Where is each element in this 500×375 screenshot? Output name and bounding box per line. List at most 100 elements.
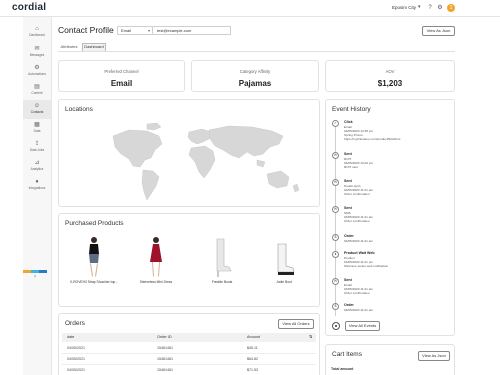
sidebar-item-dashboard[interactable]: ⌂ Dashboard <box>23 23 51 42</box>
click-icon: ✓ <box>332 120 339 127</box>
help-icon[interactable]: ? <box>426 4 434 12</box>
product-name: Jodie Boot <box>276 280 292 284</box>
table-row[interactable]: 04/05/2021 15461461 $64.82 <box>62 354 316 365</box>
order-date: 04/05/2021 <box>67 368 85 372</box>
account-selector[interactable]: Eposim City <box>392 5 416 10</box>
sidebar-item-label: Dashboard <box>29 33 45 37</box>
sidebar-item-label: Integrations <box>28 186 46 190</box>
page-title: Contact Profile <box>58 25 114 35</box>
sidebar-item-label: Data Jobs <box>29 148 45 152</box>
timeline-end-icon <box>332 322 340 330</box>
cart-view-as-json-button[interactable]: View As Json <box>418 351 450 361</box>
brand-stripe <box>23 270 47 273</box>
locations-title: Locations <box>65 106 93 113</box>
product-name: X-ROVEH3 Strap Shoulder top... <box>69 280 118 284</box>
sidebar-item-messages[interactable]: ✉ Messages <box>23 43 51 62</box>
event-title: Sent <box>344 179 352 183</box>
sidebar-item-automations[interactable]: ⚙ Automations <box>23 62 51 81</box>
timeline-line <box>335 120 336 316</box>
event-title: Sent <box>344 152 352 156</box>
sidebar-item-data[interactable]: ▦ Data <box>23 119 51 138</box>
sidebar-item-label: Data <box>33 129 41 133</box>
order-amount: $71.53 <box>247 368 258 372</box>
brand-stripe-blue <box>39 270 47 273</box>
sidebar-item-label: Analytics <box>30 167 44 171</box>
sidebar-item-integrations[interactable]: ♦ Integrations <box>23 176 51 195</box>
product-name: Sleeveless Mini Dress <box>139 280 173 284</box>
column-header-date[interactable]: date <box>67 333 74 342</box>
tab-dashboard[interactable]: Dashboard <box>82 43 106 51</box>
integrations-icon: ♦ <box>35 179 39 185</box>
event-title: Sent <box>344 206 352 210</box>
home-icon: ⌂ <box>35 26 39 32</box>
order-id: 15461461 <box>157 346 173 350</box>
sidebar-item-data-jobs[interactable]: ⇪ Data Jobs <box>23 138 51 157</box>
chevron-down-icon[interactable]: ▾ <box>418 4 421 10</box>
view-all-events-button[interactable]: View All Events <box>345 321 380 331</box>
product-image <box>277 243 295 275</box>
order-amount: $64.82 <box>247 357 258 361</box>
product-item[interactable]: Freddie Boots <box>195 236 249 284</box>
purchased-products-card: Purchased Products X-ROVEH3 Strap Should… <box>58 213 320 307</box>
sort-icon[interactable]: ⇅ <box>309 333 312 342</box>
view-all-orders-button[interactable]: View All Orders <box>278 319 314 329</box>
order-date: 04/05/2021 <box>67 357 85 361</box>
stat-value: Pajamas <box>238 79 272 88</box>
event-detail: Welcome series web notification <box>344 264 389 268</box>
view-as-json-button[interactable]: View As Json <box>422 26 455 36</box>
tab-attributes[interactable]: Attributes <box>58 43 80 51</box>
column-header-order-id[interactable]: Order ID <box>157 333 172 342</box>
brand-stripe-orange <box>23 270 31 273</box>
notification-badge[interactable]: 1 <box>447 4 455 12</box>
product-image <box>150 237 162 277</box>
event-history-title: Event History <box>332 106 371 113</box>
event-detail: https://mylinkname.com/product/5224/rss <box>344 137 401 141</box>
stat-label: Category Affinity <box>239 69 271 74</box>
orders-table-header: date Order ID Amount ⇅ <box>62 333 316 342</box>
stat-value: $1,203 <box>377 79 403 88</box>
expand-sidebar-chevron-icon[interactable]: › <box>34 274 36 280</box>
settings-icon[interactable]: ⚙ <box>436 4 444 12</box>
order-amount: $45.11 <box>247 346 258 350</box>
event-detail: Order confirmation <box>344 219 370 223</box>
event-detail: 04/05/2020 11:21 am <box>344 239 374 243</box>
sidebar-item-content[interactable]: ▤ Content <box>23 81 51 100</box>
locations-card: Locations <box>58 99 320 207</box>
event-detail: Order confirmation <box>344 291 370 295</box>
product-image <box>89 237 99 277</box>
world-map <box>112 122 300 201</box>
sidebar-item-analytics[interactable]: ⊿ Analytics <box>23 157 51 176</box>
order-id: 15461461 <box>157 357 173 361</box>
envelope-icon: ✉ <box>332 179 339 186</box>
search-field-select[interactable]: Email ▾ <box>117 26 153 35</box>
column-header-amount[interactable]: Amount <box>247 333 260 342</box>
event-title: Order <box>344 303 354 307</box>
event-title: Product Wait Web <box>344 251 375 255</box>
stat-card-preferred-channel: Preferred Channel Email <box>58 60 185 92</box>
order-id: 15461461 <box>157 368 173 372</box>
envelope-icon: ✉ <box>332 152 339 159</box>
product-image <box>216 238 232 277</box>
sidebar-item-contacts[interactable]: ☺ Contacts <box>23 100 51 119</box>
envelope-icon: ✉ <box>332 206 339 213</box>
product-item[interactable]: X-ROVEH3 Strap Shoulder top... <box>67 236 121 284</box>
app-logo[interactable]: cordial <box>12 2 46 13</box>
sidebar-item-label: Contacts <box>30 110 44 114</box>
table-row[interactable]: 04/05/2021 15461461 $71.53 <box>62 365 316 375</box>
content-icon: ▤ <box>34 84 40 90</box>
data-icon: ▦ <box>34 122 40 128</box>
order-date: 04/05/2021 <box>67 346 85 350</box>
table-row[interactable]: 04/05/2021 15461461 $45.11 <box>62 343 316 354</box>
product-item[interactable]: Sleeveless Mini Dress <box>129 236 183 284</box>
sidebar-item-label: Messages <box>29 53 45 57</box>
total-amount-label: Total amount <box>331 367 354 371</box>
stat-label: AOV <box>385 69 395 74</box>
search-input[interactable]: test@example.com <box>153 26 231 35</box>
stat-card-aov: AOV $1,203 <box>325 60 455 92</box>
event-detail: Order confirmation <box>344 192 370 196</box>
product-item[interactable]: Jodie Boot <box>257 236 311 284</box>
stat-value: Email <box>110 79 133 88</box>
envelope-icon: ✉ <box>34 46 40 52</box>
product-name: Freddie Boots <box>211 280 233 284</box>
stat-label: Preferred Channel <box>104 69 139 74</box>
